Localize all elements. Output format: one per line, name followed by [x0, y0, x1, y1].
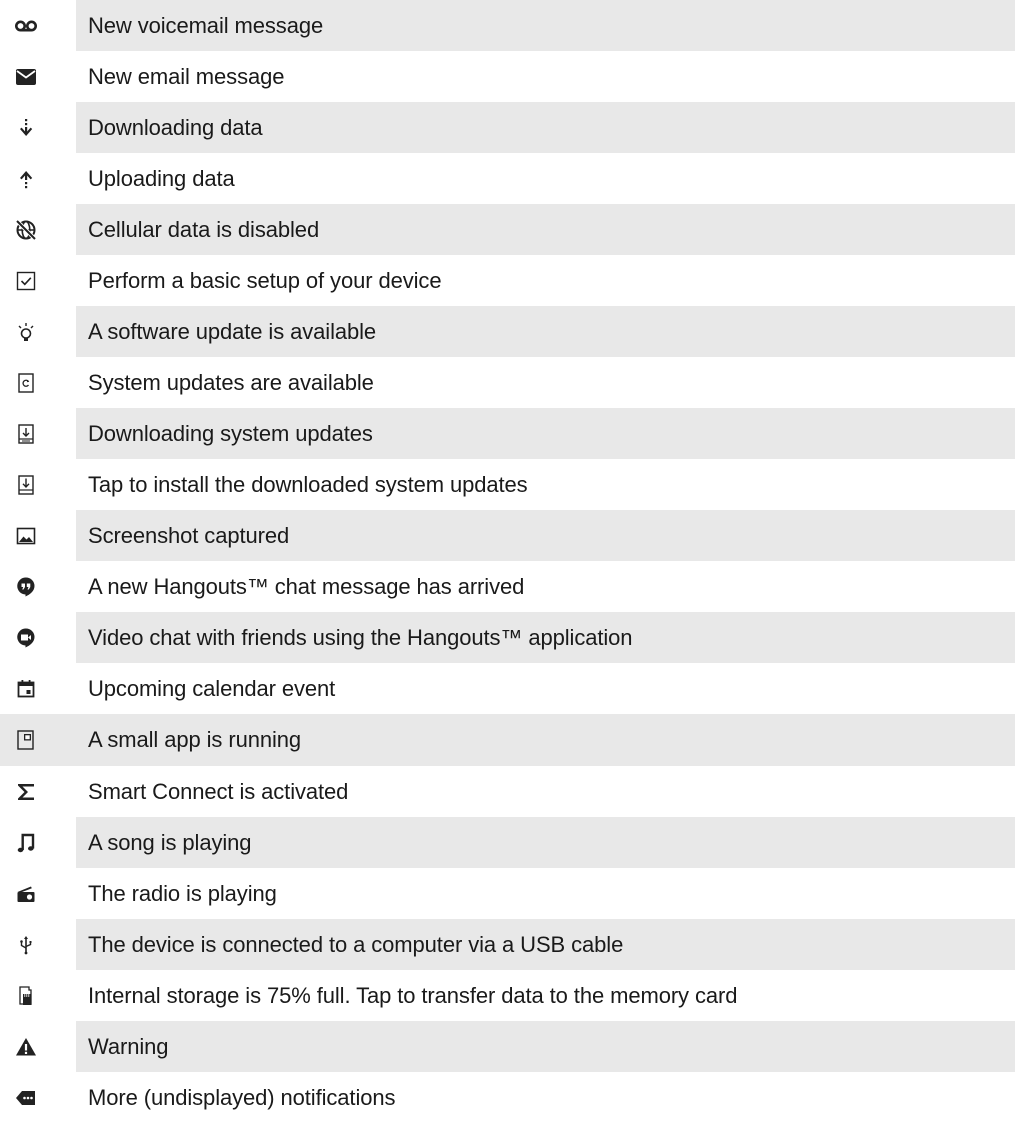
table-row: Tap to install the downloaded system upd…: [0, 459, 1015, 510]
row-label: Video chat with friends using the Hangou…: [76, 612, 1015, 663]
table-row: Screenshot captured: [0, 510, 1015, 561]
small-app-icon: [0, 714, 76, 766]
row-label: Upcoming calendar event: [88, 675, 336, 701]
row-label: A new Hangouts™ chat message has arrived: [88, 573, 525, 599]
table-row: System updates are available: [0, 357, 1015, 408]
upload-icon: [0, 153, 76, 204]
table-row: A new Hangouts™ chat message has arrived: [0, 561, 1015, 612]
table-row: The radio is playing: [0, 868, 1015, 919]
storage-icon: [0, 970, 76, 1021]
row-label: Screenshot captured: [76, 510, 1015, 561]
table-row: Video chat with friends using the Hangou…: [0, 612, 1015, 663]
row-label: Tap to install the downloaded system upd…: [88, 471, 528, 497]
table-row: A small app is running: [0, 714, 1015, 766]
music-note-icon: [0, 817, 76, 868]
table-row: A software update is available: [0, 306, 1015, 357]
row-label: Uploading data: [88, 165, 235, 191]
table-row: More (undisplayed) notifications: [0, 1072, 1015, 1123]
lightbulb-icon: [0, 306, 76, 357]
table-row: Cellular data is disabled: [0, 204, 1015, 255]
system-update-icon: [0, 357, 76, 408]
table-row: Uploading data: [0, 153, 1015, 204]
row-label: A song is playing: [76, 817, 1015, 868]
row-label: A software update is available: [76, 306, 1015, 357]
table-row: The device is connected to a computer vi…: [0, 919, 1015, 970]
table-row: Downloading data: [0, 102, 1015, 153]
row-label: A small app is running: [76, 714, 1015, 766]
row-label: Internal storage is 75% full. Tap to tra…: [88, 982, 738, 1008]
table-row: Upcoming calendar event: [0, 663, 1015, 714]
screenshot-icon: [0, 510, 76, 561]
download-icon: [0, 102, 76, 153]
row-label: New voicemail message: [76, 0, 1015, 51]
radio-icon: [0, 868, 76, 919]
voicemail-icon: [0, 0, 76, 51]
more-notifications-icon: [0, 1072, 76, 1123]
row-label: System updates are available: [88, 369, 374, 395]
install-update-icon: [0, 459, 76, 510]
cellular-disabled-icon: [0, 204, 76, 255]
hangouts-video-icon: [0, 612, 76, 663]
table-row: New voicemail message: [0, 0, 1015, 51]
row-label: Smart Connect is activated: [88, 778, 349, 804]
hangouts-icon: [0, 561, 76, 612]
row-label: Cellular data is disabled: [76, 204, 1015, 255]
warning-icon: [0, 1021, 76, 1072]
table-row: Smart Connect is activated: [0, 766, 1015, 817]
table-row: Internal storage is 75% full. Tap to tra…: [0, 970, 1015, 1021]
row-label: More (undisplayed) notifications: [88, 1084, 396, 1110]
setup-checkbox-icon: [0, 255, 76, 306]
table-row: New email message: [0, 51, 1015, 102]
smart-connect-icon: [0, 766, 76, 817]
table-row: Perform a basic setup of your device: [0, 255, 1015, 306]
calendar-icon: [0, 663, 76, 714]
row-label: Perform a basic setup of your device: [88, 267, 442, 293]
table-row: Warning: [0, 1021, 1015, 1072]
usb-icon: [0, 919, 76, 970]
table-row: Downloading system updates: [0, 408, 1015, 459]
downloading-system-update-icon: [0, 408, 76, 459]
row-label: New email message: [88, 63, 285, 89]
table-row: A song is playing: [0, 817, 1015, 868]
row-label: Downloading system updates: [76, 408, 1015, 459]
row-label: The device is connected to a computer vi…: [76, 919, 1015, 970]
notification-icons-table: New voicemail message New email message …: [0, 0, 1015, 1123]
row-label: Warning: [76, 1021, 1015, 1072]
row-label: The radio is playing: [88, 880, 277, 906]
email-icon: [0, 51, 76, 102]
row-label: Downloading data: [76, 102, 1015, 153]
